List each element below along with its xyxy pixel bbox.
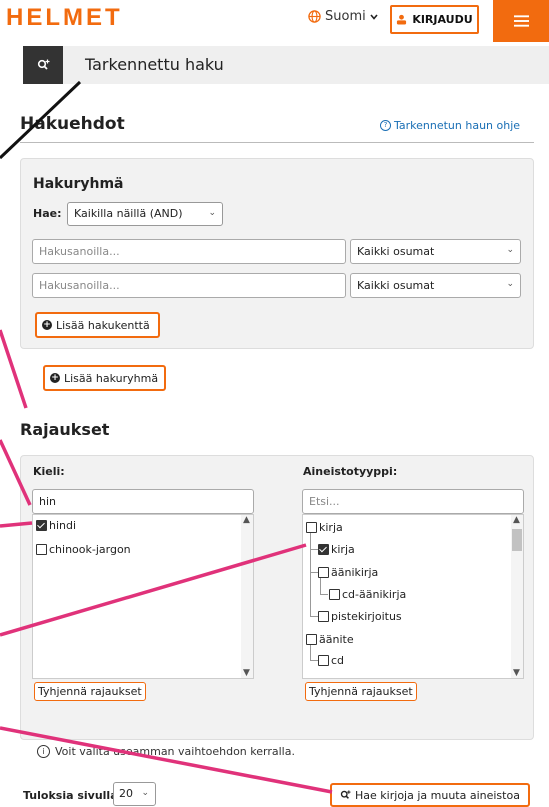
hamburger-icon [513, 15, 529, 27]
results-per-page-label: Tuloksia sivulla [23, 789, 118, 802]
search-button[interactable]: Hae kirjoja ja muuta aineistoa [330, 783, 530, 807]
format-list-scrollbar[interactable]: ▲ ▼ [511, 515, 523, 678]
results-per-page-select[interactable]: 20 ⌄ [113, 782, 156, 806]
language-option[interactable]: hindi [36, 519, 76, 532]
language-options-list [32, 514, 254, 679]
tree-line [310, 660, 318, 661]
search-group-title: Hakuryhmä [33, 176, 124, 192]
plus-circle-icon: + [50, 373, 60, 383]
checkbox[interactable] [329, 589, 340, 600]
field-select-1[interactable]: Kaikki osumat ⌄ [350, 239, 521, 264]
helmet-logo[interactable]: HELMET [6, 4, 123, 32]
format-filter-input[interactable]: Etsi... [302, 489, 524, 514]
tree-line [310, 531, 311, 616]
field-select-2[interactable]: Kaikki osumat ⌄ [350, 273, 521, 298]
checkbox[interactable] [306, 634, 317, 645]
language-option[interactable]: chinook-jargon [36, 543, 131, 556]
limits-heading: Rajaukset [20, 420, 110, 439]
tree-line [310, 572, 318, 573]
add-search-field-button[interactable]: + Lisää hakukenttä [35, 312, 160, 338]
operator-label: Hae: [33, 207, 62, 220]
search-term-input-1[interactable]: Hakusanoilla... [32, 239, 346, 264]
add-search-group-button[interactable]: + Lisää hakuryhmä [43, 365, 166, 391]
menu-button[interactable] [493, 0, 549, 42]
format-option-label: äänite [319, 633, 354, 646]
chevron-down-icon: ⌄ [506, 279, 514, 289]
format-option-label: kirja [319, 521, 343, 534]
scroll-down-icon[interactable]: ▼ [243, 668, 250, 678]
format-option-label: äänikirja [331, 566, 379, 579]
login-button[interactable]: KIRJAUDU [390, 5, 479, 34]
language-option-label: hindi [49, 519, 77, 532]
globe-icon [308, 10, 321, 23]
language-list-scrollbar[interactable]: ▲ ▼ [241, 515, 253, 678]
search-term-input-2[interactable]: Hakusanoilla... [32, 273, 346, 298]
advanced-search-title: Tarkennettu haku [85, 55, 224, 74]
field-select-value: Kaikki osumat [357, 279, 435, 292]
tree-line [310, 616, 318, 617]
operator-select[interactable]: Kaikilla näillä (AND) ⌄ [67, 202, 223, 226]
tree-line [320, 594, 328, 595]
help-link[interactable]: ? Tarkennetun haun ohje [380, 119, 520, 132]
format-option-label: cd [331, 654, 345, 667]
multi-select-info: i Voit valita useamman vaihtoehdon kerra… [37, 745, 295, 758]
language-filter-input[interactable]: hin [32, 489, 254, 514]
chevron-down-icon [370, 13, 378, 20]
search-plus-icon[interactable] [23, 46, 63, 84]
checkbox[interactable] [318, 567, 329, 578]
checkbox[interactable] [306, 522, 317, 533]
help-link-label: Tarkennetun haun ohje [394, 119, 521, 132]
chevron-down-icon: ⌄ [506, 245, 514, 255]
add-search-field-label: Lisää hakukenttä [56, 318, 150, 332]
search-plus-icon [340, 790, 351, 799]
multi-select-info-text: Voit valita useamman vaihtoehdon kerrall… [55, 745, 295, 758]
chevron-down-icon: ⌄ [141, 788, 149, 798]
language-label: Suomi [325, 9, 366, 24]
clear-format-button[interactable]: Tyhjennä rajaukset [305, 682, 417, 701]
login-label: KIRJAUDU [412, 13, 473, 26]
tree-line [310, 645, 311, 660]
clear-language-button[interactable]: Tyhjennä rajaukset [34, 682, 146, 701]
results-per-page-value: 20 [119, 787, 133, 800]
format-option[interactable]: äänite [306, 633, 354, 646]
tree-line [320, 578, 321, 594]
tree-line [310, 549, 318, 550]
format-option[interactable]: äänikirja [318, 566, 378, 579]
checkbox[interactable] [318, 544, 329, 555]
format-option[interactable]: pistekirjoitus [318, 610, 402, 623]
format-option-label: pistekirjoitus [331, 610, 402, 623]
format-option[interactable]: kirja [318, 543, 355, 556]
info-icon: i [37, 745, 50, 758]
divider [20, 142, 534, 143]
help-icon: ? [380, 120, 391, 131]
language-facet-label: Kieli: [33, 465, 65, 478]
format-option-label: cd-äänikirja [342, 588, 407, 601]
plus-circle-icon: + [42, 320, 52, 330]
field-select-value: Kaikki osumat [357, 245, 435, 258]
format-option[interactable]: cd-äänikirja [329, 588, 406, 601]
checkbox[interactable] [318, 611, 329, 622]
operator-value: Kaikilla näillä (AND) [74, 207, 183, 220]
scroll-down-icon[interactable]: ▼ [513, 668, 520, 678]
format-facet-label: Aineistotyyppi: [303, 465, 398, 478]
format-option-label: kirja [331, 543, 355, 556]
scroll-thumb[interactable] [512, 529, 522, 551]
conditions-heading: Hakuehdot [20, 114, 125, 134]
checkbox[interactable] [318, 655, 329, 666]
user-icon [397, 14, 407, 25]
scroll-up-icon[interactable]: ▲ [243, 515, 250, 525]
scroll-up-icon[interactable]: ▲ [513, 515, 520, 525]
checkbox[interactable] [36, 520, 47, 531]
language-selector[interactable]: Suomi [308, 9, 378, 24]
chevron-down-icon: ⌄ [208, 208, 216, 218]
search-button-label: Hae kirjoja ja muuta aineistoa [355, 788, 520, 802]
language-option-label: chinook-jargon [49, 543, 131, 556]
checkbox[interactable] [36, 544, 47, 555]
format-option[interactable]: cd [318, 654, 344, 667]
add-search-group-label: Lisää hakuryhmä [64, 371, 159, 385]
format-option[interactable]: kirja [306, 521, 343, 534]
